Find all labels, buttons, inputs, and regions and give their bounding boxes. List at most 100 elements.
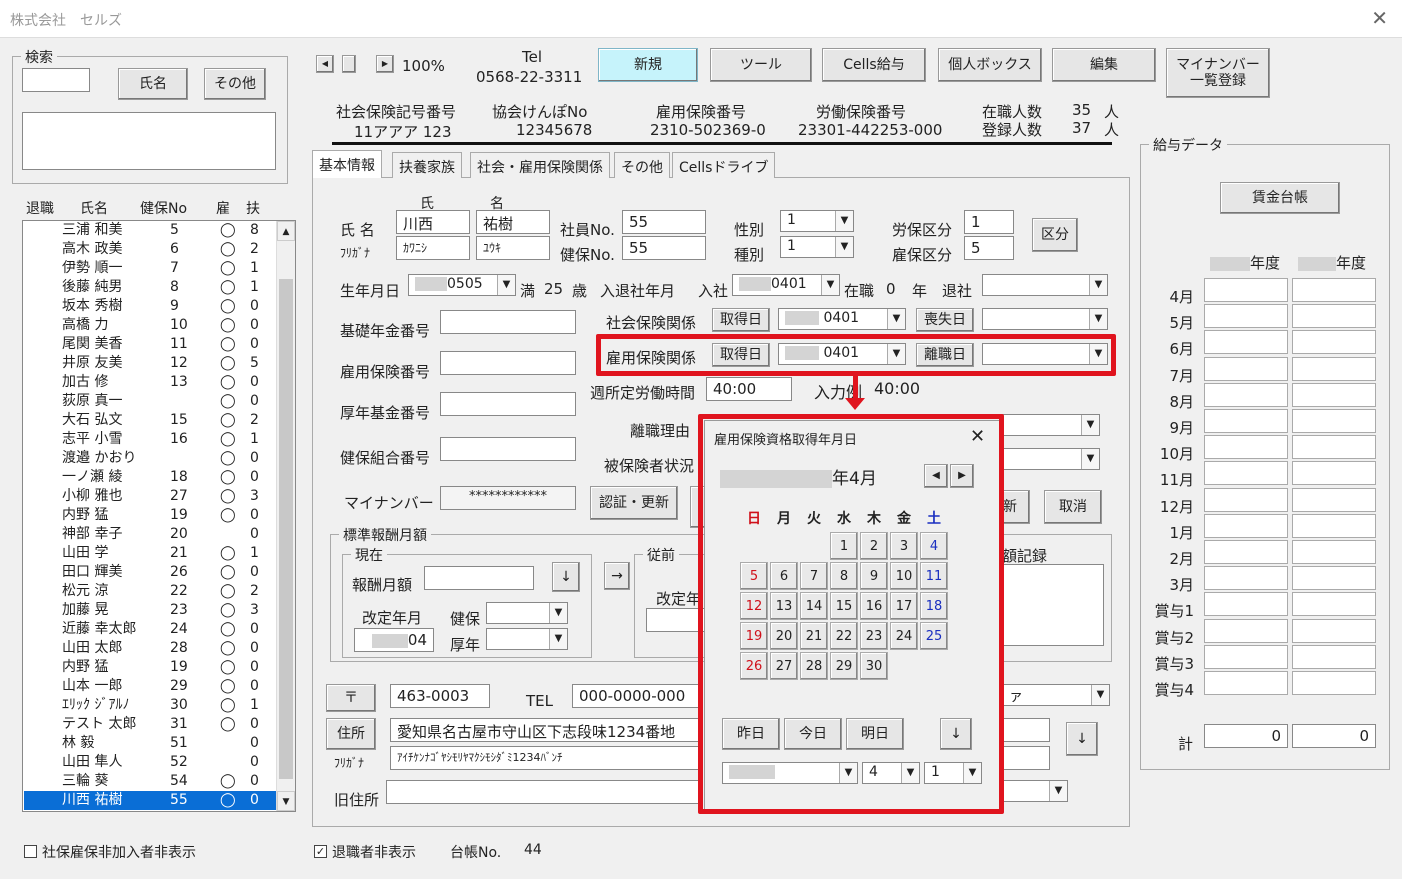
tab-other[interactable]: その他 xyxy=(614,152,670,178)
total-input-1[interactable]: 0 xyxy=(1204,724,1288,748)
mei-input[interactable]: 祐樹 xyxy=(476,210,550,234)
close-icon[interactable]: ✕ xyxy=(1371,6,1388,30)
mei-kana-input[interactable]: ﾕｳｷ xyxy=(476,236,550,260)
chevron-down-icon[interactable]: ▼ xyxy=(1081,449,1099,469)
salary-cell-2[interactable] xyxy=(1292,487,1376,512)
monthly-down-button[interactable]: ↓ xyxy=(552,562,580,592)
list-item[interactable]: 神部 幸子 20 0 xyxy=(24,525,276,544)
chevron-down-icon[interactable]: ▼ xyxy=(1089,309,1107,329)
social-lose-select[interactable]: ▼ xyxy=(982,308,1108,330)
list-item[interactable]: 荻原 真一 ◯ 0 xyxy=(24,392,276,411)
chevron-down-icon[interactable]: ▼ xyxy=(835,211,853,231)
mynumber-input[interactable]: ************ xyxy=(440,486,576,510)
salary-cell-2[interactable] xyxy=(1292,566,1376,591)
tab-insurance[interactable]: 社会・雇用保険関係 xyxy=(470,152,610,178)
mynumber-list-button[interactable]: マイナンバー 一覧登録 xyxy=(1166,48,1270,98)
salary-cell-1[interactable] xyxy=(1204,513,1288,538)
hide-uninsured-checkbox[interactable] xyxy=(24,845,37,858)
salary-cell-2[interactable] xyxy=(1292,540,1376,564)
nav-slider[interactable] xyxy=(342,55,356,73)
list-item[interactable]: 内野 猛 19 ◯ 0 xyxy=(24,506,276,525)
salary-cell-1[interactable] xyxy=(1204,304,1288,329)
search-results-box[interactable] xyxy=(22,112,276,170)
old-address-input[interactable] xyxy=(386,780,700,804)
chevron-down-icon[interactable]: ▼ xyxy=(1091,685,1109,705)
kana-type-select[interactable]: ァ ▼ xyxy=(1002,684,1110,706)
salary-cell-1[interactable] xyxy=(1204,487,1288,512)
salary-cell-1[interactable] xyxy=(1204,330,1288,355)
kubun-button[interactable]: 区分 xyxy=(1032,218,1078,252)
tab-cells-drive[interactable]: Cellsドライブ xyxy=(672,152,776,178)
chevron-down-icon[interactable]: ▼ xyxy=(1049,781,1067,801)
nav-prev-button[interactable]: ◀ xyxy=(316,55,334,73)
revise-input[interactable]: 04 xyxy=(354,628,434,652)
salary-cell-2[interactable] xyxy=(1292,356,1376,381)
salary-cell-2[interactable] xyxy=(1292,644,1376,669)
social-lose-button[interactable]: 喪失日 xyxy=(916,308,974,332)
salary-cell-1[interactable] xyxy=(1204,671,1288,695)
salary-cell-2[interactable] xyxy=(1292,461,1376,486)
hno-input[interactable]: 55 xyxy=(622,236,706,260)
list-item[interactable]: 加古 修 13 ◯ 0 xyxy=(24,373,276,392)
social-date-select[interactable]: 0401 ▼ xyxy=(778,308,906,330)
edit-button[interactable]: 編集 xyxy=(1052,48,1156,82)
scroll-thumb[interactable] xyxy=(279,279,293,779)
address-button[interactable]: 住所 xyxy=(326,718,376,750)
list-item[interactable]: 川西 祐樹 55 ◯ 0 xyxy=(24,791,276,810)
record-box[interactable] xyxy=(1000,564,1104,646)
pension-input[interactable] xyxy=(440,310,576,334)
tab-dependents[interactable]: 扶養家族 xyxy=(392,152,462,178)
salary-cell-1[interactable] xyxy=(1204,382,1288,407)
salary-cell-2[interactable] xyxy=(1292,671,1376,695)
salary-cell-1[interactable] xyxy=(1204,566,1288,591)
emp-ins-input[interactable] xyxy=(440,351,576,375)
old-address-select[interactable]: ▼ xyxy=(1002,780,1068,802)
total-input-2[interactable]: 0 xyxy=(1292,724,1376,748)
chevron-down-icon[interactable]: ▼ xyxy=(497,275,515,295)
salary-cell-1[interactable] xyxy=(1204,356,1288,381)
list-item[interactable]: 井原 友美 12 ◯ 5 xyxy=(24,354,276,373)
chevron-down-icon[interactable]: ▼ xyxy=(1089,275,1107,295)
addr-down-button[interactable]: ↓ xyxy=(1066,722,1098,756)
leave-select[interactable]: ▼ xyxy=(982,274,1108,296)
kounen-select[interactable]: ▼ xyxy=(486,628,568,650)
chevron-down-icon[interactable]: ▼ xyxy=(835,237,853,257)
hide-retired-checkbox[interactable]: ✓ xyxy=(314,845,327,858)
sei-kana-input[interactable]: ｶﾜﾆｼ xyxy=(396,236,470,260)
list-item[interactable]: 田口 輝美 26 ◯ 0 xyxy=(24,563,276,582)
chevron-down-icon[interactable]: ▼ xyxy=(549,603,567,623)
rousai-input[interactable]: 1 xyxy=(964,210,1014,234)
list-item[interactable]: 三浦 和美 5 ◯ 8 xyxy=(24,221,276,240)
kousei-input[interactable] xyxy=(440,392,576,416)
salary-cell-1[interactable] xyxy=(1204,618,1288,643)
zip-input[interactable]: 463-0003 xyxy=(390,684,490,708)
chevron-down-icon[interactable]: ▼ xyxy=(821,275,839,295)
tool-button[interactable]: ツール xyxy=(710,48,812,82)
address-ext-input[interactable] xyxy=(1002,718,1050,742)
hours-input[interactable]: 40:00 xyxy=(706,377,792,401)
join-select[interactable]: 0401 ▼ xyxy=(732,274,840,296)
salary-cell-2[interactable] xyxy=(1292,304,1376,329)
salary-cell-2[interactable] xyxy=(1292,330,1376,355)
list-item[interactable]: 志平 小雪 16 ◯ 1 xyxy=(24,430,276,449)
addr-kana-ext-input[interactable] xyxy=(1002,746,1050,770)
salary-cell-1[interactable] xyxy=(1204,409,1288,433)
tab-basic[interactable]: 基本情報 xyxy=(312,150,382,178)
salary-cell-1[interactable] xyxy=(1204,644,1288,669)
salary-cell-1[interactable] xyxy=(1204,461,1288,486)
list-item[interactable]: 小柳 雅也 27 ◯ 3 xyxy=(24,487,276,506)
list-item[interactable]: 三輪 葵 54 ◯ 0 xyxy=(24,772,276,791)
list-item[interactable]: 加藤 晃 23 ◯ 3 xyxy=(24,601,276,620)
list-item[interactable]: 高橋 力 10 ◯ 0 xyxy=(24,316,276,335)
reason-select[interactable]: ▼ xyxy=(1000,414,1100,436)
chevron-down-icon[interactable]: ▼ xyxy=(549,629,567,649)
list-scrollbar[interactable]: ▲ ▼ xyxy=(276,221,295,811)
tel-input[interactable]: 000-0000-000 xyxy=(572,684,702,708)
type-select[interactable]: 1 ▼ xyxy=(780,236,854,258)
salary-cell-1[interactable] xyxy=(1204,278,1288,302)
list-item[interactable]: ｴﾘｯｸ ｼﾞｱﾙﾉ 30 ◯ 1 xyxy=(24,696,276,715)
list-item[interactable]: 内野 猛 19 ◯ 0 xyxy=(24,658,276,677)
chevron-down-icon[interactable]: ▼ xyxy=(1081,415,1099,435)
salary-cell-2[interactable] xyxy=(1292,592,1376,617)
salary-cell-2[interactable] xyxy=(1292,435,1376,460)
